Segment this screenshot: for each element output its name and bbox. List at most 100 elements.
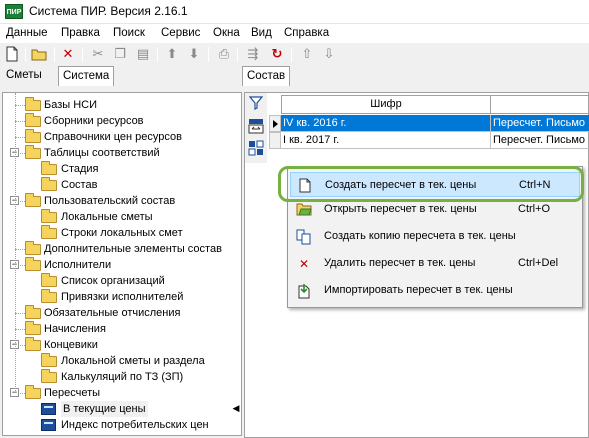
tree-item[interactable]: В текущие цены [3, 401, 241, 417]
menu-data[interactable]: Данные [6, 27, 48, 39]
tree-item[interactable]: − Пересчеты [3, 385, 241, 401]
tree-item-label: Список организаций [61, 275, 165, 287]
toolbar-separator [291, 47, 292, 62]
tree-item[interactable]: Индекс потребительских цен [3, 417, 241, 433]
tree-item[interactable]: Локальные сметы [3, 209, 241, 225]
tree-connector-line [20, 393, 25, 394]
tree-item[interactable]: Справочники цен ресурсов [3, 129, 241, 145]
tree-item[interactable]: − Концевики [3, 337, 241, 353]
new-doc-icon[interactable] [4, 46, 20, 62]
tree-item[interactable]: − Пользовательский состав [3, 193, 241, 209]
tree-item[interactable]: Сборники ресурсов [3, 113, 241, 129]
menu-item-import[interactable]: Импортировать пересчет в тек. цены [290, 278, 580, 303]
folder-icon [41, 177, 57, 191]
tree-item[interactable]: Стадия [3, 161, 241, 177]
tree-item-label: Начисления [44, 323, 106, 335]
tree-connector-line [20, 153, 25, 154]
menu-help[interactable]: Справка [284, 27, 329, 39]
download-icon[interactable]: ⇩ [321, 46, 337, 62]
tree-connector-line [15, 329, 25, 330]
tree-item-label: Строки локальных смет [61, 227, 183, 239]
table-row[interactable]: I кв. 2017 г. Пересчет. Письмо [269, 132, 589, 149]
tree-item[interactable]: Список организаций [3, 273, 241, 289]
menu-item-copy[interactable]: Создать копию пересчета в тек. цены [290, 224, 580, 249]
menu-view[interactable]: Вид [251, 27, 272, 39]
menu-service[interactable]: Сервис [161, 27, 200, 39]
folder-icon [25, 337, 41, 351]
row-indicator [269, 115, 281, 132]
toolbar-separator [82, 47, 83, 62]
folder-icon [41, 273, 57, 287]
tab-composition[interactable]: Состав [242, 66, 291, 86]
menu-windows[interactable]: Окна [213, 27, 240, 39]
tree-item[interactable]: − Исполнители [3, 257, 241, 273]
refresh-icon[interactable]: ↻ [269, 46, 285, 62]
folder-icon [41, 289, 57, 303]
tree-item-label: Таблицы соответствий [44, 147, 160, 159]
tree-item[interactable]: Строки локальных смет [3, 225, 241, 241]
filter-icon[interactable] [248, 96, 264, 110]
print-icon[interactable]: ⎙ [216, 46, 232, 62]
app-logo-icon: ПИР [5, 4, 23, 19]
tree-connector-line [15, 105, 25, 106]
tree-item[interactable]: Состав [3, 177, 241, 193]
calculator-icon [41, 419, 56, 431]
tree-item-label: В текущие цены [61, 401, 148, 417]
tree-item[interactable]: Базы НСИ [3, 97, 241, 113]
tree-item-label: Обязательные отчисления [44, 307, 181, 319]
cell-code[interactable]: IV кв. 2016 г. [281, 115, 491, 132]
tree-item[interactable]: Дополнительные элементы состав [3, 241, 241, 257]
tree-item-label: Пересчеты [44, 387, 101, 399]
table-row[interactable]: IV кв. 2016 г. Пересчет. Письмо [269, 115, 589, 132]
right-tab-bar: Состав [242, 66, 342, 86]
tab-estimates[interactable]: Сметы [2, 66, 46, 86]
column-settings-icon[interactable] [248, 118, 264, 134]
delete-icon: ✕ [298, 257, 310, 271]
tree-connector-line [15, 121, 25, 122]
menu-search[interactable]: Поиск [113, 27, 145, 39]
column-header-code[interactable]: Шифр [282, 96, 491, 113]
tree-item-label: Локальной сметы и раздела [61, 355, 205, 367]
copy-icon[interactable]: ❐ [112, 46, 128, 62]
delete-icon[interactable]: ✕ [60, 46, 76, 62]
tree-item[interactable]: − Таблицы соответствий [3, 145, 241, 161]
arrow-up-icon[interactable]: ⬆ [164, 46, 180, 62]
folder-icon [25, 97, 41, 111]
folder-icon [41, 225, 57, 239]
upload-icon[interactable]: ⇧ [299, 46, 315, 62]
cell-code[interactable]: I кв. 2017 г. [281, 132, 491, 149]
grid-view-icon[interactable] [248, 140, 264, 156]
menu-item-label: Импортировать пересчет в тек. цены [324, 284, 513, 296]
cut-icon[interactable]: ✂ [90, 46, 106, 62]
menu-item-shortcut: Ctrl+Del [518, 257, 559, 269]
tree-item[interactable]: Локальной сметы и раздела [3, 353, 241, 369]
arrow-down-icon[interactable]: ⬇ [186, 46, 202, 62]
tree-item[interactable]: Привязки исполнителей [3, 289, 241, 305]
tab-system[interactable]: Система [58, 66, 115, 86]
menu-item-delete[interactable]: ✕ Удалить пересчет в тек. цены Ctrl+Del [290, 251, 580, 276]
calculator-icon [41, 403, 56, 415]
cell-note[interactable]: Пересчет. Письмо [491, 115, 589, 132]
open-folder-icon[interactable] [31, 46, 47, 62]
tree-item[interactable]: Обязательные отчисления [3, 305, 241, 321]
tree-item-label: Справочники цен ресурсов [44, 131, 182, 143]
tree-item-label: Базы НСИ [44, 99, 98, 111]
menu-edit[interactable]: Правка [61, 27, 100, 39]
tree-item-label: Состав [61, 179, 98, 191]
tree-item[interactable]: Начисления [3, 321, 241, 337]
export-icon[interactable]: ⇶ [245, 46, 261, 62]
scroll-left-icon[interactable]: ◀ [231, 403, 241, 415]
tree-item-label: Концевики [44, 339, 98, 351]
tree-item-label: Исполнители [44, 259, 112, 271]
folder-icon [25, 145, 41, 159]
tree-item-label: Локальные сметы [61, 211, 153, 223]
tree-item-label: Привязки исполнителей [61, 291, 184, 303]
tree-item[interactable]: Калькуляций по ТЗ (ЗП) [3, 369, 241, 385]
open-folder-icon [296, 202, 312, 218]
cell-note[interactable]: Пересчет. Письмо [491, 132, 589, 149]
window-title: Система ПИР. Версия 2.16.1 [29, 4, 188, 18]
paste-icon[interactable]: ▤ [135, 46, 151, 62]
folder-icon [41, 369, 57, 383]
copy-doc-icon [296, 229, 312, 245]
tree-connector-line [15, 137, 25, 138]
